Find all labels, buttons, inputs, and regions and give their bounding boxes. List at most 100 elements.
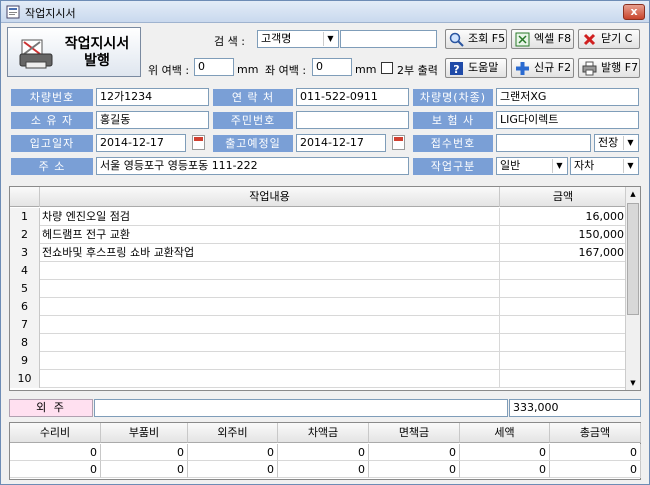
row-number: 6 [10,298,40,316]
receipt-no-input[interactable] [496,134,591,152]
new-button[interactable]: 신규 F2 [511,58,574,78]
row-desc-cell[interactable]: 전쇼바및 후스프링 쇼바 교환작업 [40,244,500,262]
row-amount-cell[interactable] [500,280,626,298]
summary-col-header: 세액 [460,423,550,443]
insurer-input[interactable]: LIG다이렉트 [496,111,639,129]
in-date-label: 입고일자 [11,135,93,152]
table-row[interactable]: 6 [10,298,626,316]
help-icon: ? [450,62,463,76]
row-desc-cell[interactable] [40,316,500,334]
chevron-down-icon: ▼ [623,159,637,173]
table-row[interactable]: 2 헤드램프 전구 교환 150,000 [10,226,626,244]
car-model-input[interactable]: 그랜저XG [496,88,639,106]
grid-corner [10,187,40,207]
resident-no-input[interactable] [296,111,409,129]
left-margin-label: 좌 여백 : [265,64,307,77]
row-amount-cell[interactable]: 150,000 [500,226,626,244]
row-number: 10 [10,370,40,388]
row-desc-cell[interactable]: 차량 엔진오일 점검 [40,208,500,226]
row-amount-cell[interactable] [500,352,626,370]
table-row[interactable]: 3 전쇼바및 후스프링 쇼바 교환작업 167,000 [10,244,626,262]
row-amount-cell[interactable] [500,334,626,352]
plus-icon [516,62,529,75]
outsource-desc-input[interactable] [94,399,508,417]
table-row[interactable]: 4 [10,262,626,280]
row-desc-cell[interactable]: 헤드램프 전구 교환 [40,226,500,244]
row-desc-cell[interactable] [40,298,500,316]
search-input[interactable] [340,30,437,48]
row-amount-cell[interactable]: 16,000 [500,208,626,226]
scroll-down-icon[interactable]: ▼ [627,377,639,389]
row-number: 1 [10,208,40,226]
table-row[interactable]: 7 [10,316,626,334]
summary-value: 0 [369,444,460,461]
row-desc-cell[interactable] [40,334,500,352]
search-type-select[interactable]: 고객명 ▼ [257,30,339,48]
summary-value: 0 [101,444,188,461]
car-model-label: 차량명(차종) [413,89,493,106]
car-number-input[interactable]: 12가1234 [96,88,209,106]
summary-value: 0 [10,444,101,461]
top-margin-unit: mm [237,63,259,76]
row-amount-cell[interactable]: 167,000 [500,244,626,262]
table-row[interactable]: 1 차량 엔진오일 점검 16,000 [10,208,626,226]
help-button[interactable]: ? 도움말 [445,58,507,78]
col-header-amount[interactable]: 금액 [500,187,626,207]
contact-label: 연 락 처 [213,89,293,106]
row-amount-cell[interactable] [500,370,626,388]
table-row[interactable]: 10 [10,370,626,388]
summary-col-header: 부품비 [101,423,188,443]
address-input[interactable]: 서울 영등포구 영등포동 111-222 [96,157,409,175]
table-row[interactable]: 5 [10,280,626,298]
table-row[interactable]: 9 [10,352,626,370]
row-amount-cell[interactable] [500,316,626,334]
work-type-label: 작업구분 [413,158,493,175]
excel-button[interactable]: 엑셀 F8 [511,29,574,49]
left-margin-input[interactable]: 0 [312,58,352,76]
owner-input[interactable]: 홍길동 [96,111,209,129]
print-button[interactable]: 발행 F7 [578,58,640,78]
grid-scrollbar[interactable]: ▲ ▼ [625,187,640,390]
work-kind-select[interactable]: 자차 ▼ [570,157,639,175]
issue-button-label: 작업지시서 발행 [64,36,130,69]
left-margin-unit: mm [355,63,377,76]
table-row[interactable]: 8 [10,334,626,352]
row-desc-cell[interactable] [40,262,500,280]
out-date-input[interactable]: 2014-12-17 [296,134,386,152]
window-close-button[interactable]: x [623,4,645,20]
two-copies-checkbox[interactable] [381,62,393,74]
svg-text:?: ? [453,63,459,76]
row-desc-cell[interactable] [40,370,500,388]
chevron-down-icon: ▼ [623,136,637,150]
row-number: 9 [10,352,40,370]
resident-no-label: 주민번호 [213,112,293,129]
app-icon [6,5,20,19]
calendar-icon[interactable] [192,135,205,150]
summary-col-header: 면책금 [369,423,460,443]
calendar-icon[interactable] [392,135,405,150]
col-header-desc[interactable]: 작업내용 [40,187,500,207]
work-items-grid[interactable]: 작업내용 금액 1 차량 엔진오일 점검 16,000 2 헤드램프 전구 교환 150,… [9,186,641,391]
row-amount-cell[interactable] [500,262,626,280]
row-desc-cell[interactable] [40,280,500,298]
scroll-up-icon[interactable]: ▲ [627,188,639,200]
top-margin-input[interactable]: 0 [194,58,234,76]
summary-value: 0 [460,461,550,478]
outsource-total-input[interactable]: 333,000 [509,399,641,417]
scroll-thumb[interactable] [627,203,639,315]
in-date-input[interactable]: 2014-12-17 [96,134,186,152]
contact-input[interactable]: 011-522-0911 [296,88,409,106]
row-desc-cell[interactable] [40,352,500,370]
lookup-button[interactable]: 조회 F5 [445,29,507,49]
issue-work-order-button[interactable]: 작업지시서 발행 [7,27,141,77]
row-number: 8 [10,334,40,352]
receipt-no-label: 접수번호 [413,135,493,152]
row-amount-cell[interactable] [500,298,626,316]
close-button[interactable]: 닫기 C [578,29,640,49]
work-type-select[interactable]: 일반 ▼ [496,157,568,175]
summary-col-header: 차액금 [278,423,369,443]
summary-value: 0 [278,444,369,461]
receipt-type-select[interactable]: 전장 ▼ [594,134,639,152]
owner-label: 소 유 자 [11,112,93,129]
top-margin-label: 위 여백 : [148,64,190,77]
